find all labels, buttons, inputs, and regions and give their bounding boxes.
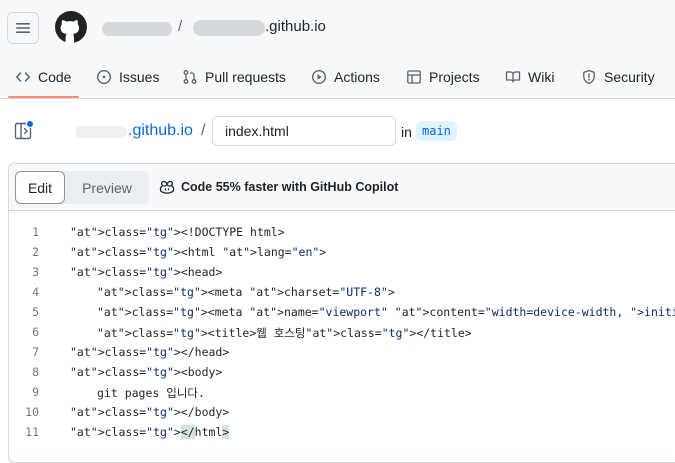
- editor-toolbar: Edit Preview Code 55% faster with GitHub…: [9, 164, 675, 211]
- editor-panel: Edit Preview Code 55% faster with GitHub…: [8, 163, 675, 463]
- preview-tab[interactable]: Preview: [67, 171, 147, 204]
- tab-wiki-label: Wiki: [528, 69, 555, 85]
- path-separator: /: [201, 122, 206, 139]
- tab-actions-label: Actions: [334, 69, 380, 85]
- repo-path-link[interactable]: .github.io: [128, 122, 193, 140]
- tab-issues-label: Issues: [119, 69, 160, 85]
- line-content: "at">class="tg"><body>: [70, 365, 223, 379]
- line-number: 9: [32, 385, 39, 399]
- line-number: 8: [32, 365, 39, 379]
- code-editor[interactable]: 1 "at">class="tg"><!DOCTYPE html> 2 "at"…: [9, 222, 675, 442]
- code-line: 10 "at">class="tg"></body>: [9, 402, 675, 422]
- line-number: 1: [32, 225, 39, 239]
- line-content: "at">class="tg"><meta "at">name="viewpor…: [97, 305, 675, 319]
- line-number: 7: [32, 345, 39, 359]
- active-tab-indicator: [8, 96, 79, 98]
- tab-code[interactable]: Code: [15, 56, 71, 98]
- owner-name-redacted[interactable]: [102, 22, 172, 36]
- line-content: "at">class="tg"><meta "at">charset="UTF-…: [97, 285, 395, 299]
- line-number: 4: [32, 285, 39, 299]
- issue-icon: [96, 69, 112, 85]
- copilot-promo[interactable]: Code 55% faster with GitHub Copilot: [159, 179, 398, 195]
- breadcrumb-separator: /: [178, 18, 183, 35]
- line-content: "at">class="tg"><html "at">lang="en">: [70, 245, 327, 259]
- line-content: "at">class="tg"></html>: [70, 425, 230, 439]
- line-number: 2: [32, 245, 39, 259]
- mode-tabs: Edit Preview: [15, 171, 149, 204]
- code-line: 7 "at">class="tg"></head>: [9, 342, 675, 362]
- repo-path-redacted[interactable]: [75, 126, 127, 138]
- branch-badge[interactable]: main: [416, 121, 457, 141]
- notification-dot: [26, 120, 34, 128]
- line-number: 6: [32, 325, 39, 339]
- github-logo-icon[interactable]: [55, 11, 87, 43]
- copilot-promo-text: Code 55% faster with GitHub Copilot: [181, 180, 399, 194]
- code-icon: [16, 72, 30, 82]
- code-line: 6 "at">class="tg"><title>웹 호스팅"at">class…: [9, 322, 675, 342]
- code-line: 8 "at">class="tg"><body>: [9, 362, 675, 382]
- pull-request-icon: [183, 70, 197, 84]
- tab-wiki[interactable]: Wiki: [505, 56, 554, 98]
- code-line: 2 "at">class="tg"><html "at">lang="en">: [9, 242, 675, 262]
- book-icon: [505, 71, 521, 83]
- tab-code-label: Code: [38, 69, 72, 85]
- line-number: 3: [32, 265, 39, 279]
- tab-projects[interactable]: Projects: [406, 56, 480, 98]
- play-icon: [311, 69, 327, 85]
- copilot-icon: [159, 180, 175, 194]
- line-content: "at">class="tg"></body>: [70, 405, 230, 419]
- repo-name-suffix[interactable]: .github.io: [265, 18, 326, 35]
- tab-issues[interactable]: Issues: [96, 56, 159, 98]
- line-content: "at">class="tg"><title>웹 호스팅"at">class="…: [97, 326, 472, 340]
- tab-security-label: Security: [604, 69, 655, 85]
- shield-icon: [583, 69, 595, 85]
- menu-button[interactable]: [7, 12, 39, 44]
- line-content: "at">class="tg"><!DOCTYPE html>: [70, 225, 285, 239]
- in-label: in: [401, 124, 412, 140]
- hamburger-icon: [16, 23, 30, 33]
- tab-pull-requests-label: Pull requests: [205, 69, 286, 85]
- code-line: 3 "at">class="tg"><head>: [9, 262, 675, 282]
- code-line: 4 "at">class="tg"><meta "at">charset="UT…: [9, 282, 675, 302]
- code-line: 11 "at">class="tg"></html>: [9, 422, 675, 442]
- line-content: "at">class="tg"></head>: [70, 345, 230, 359]
- tab-pull-requests[interactable]: Pull requests: [182, 56, 286, 98]
- tab-actions[interactable]: Actions: [311, 56, 380, 98]
- line-number: 10: [25, 405, 39, 419]
- code-line: 9 git pages 입니다.: [9, 382, 675, 402]
- top-bar: / .github.io: [0, 0, 675, 56]
- edit-tab[interactable]: Edit: [15, 171, 65, 204]
- line-number: 11: [25, 425, 39, 439]
- code-line: 5 "at">class="tg"><meta "at">name="viewp…: [9, 302, 675, 322]
- repo-name-redacted[interactable]: [193, 20, 265, 36]
- code-line: 1 "at">class="tg"><!DOCTYPE html>: [9, 222, 675, 242]
- line-content: "at">class="tg"><head>: [70, 265, 223, 279]
- line-content: git pages 입니다.: [97, 386, 205, 400]
- filename-input[interactable]: [212, 116, 396, 146]
- line-number: 5: [32, 305, 39, 319]
- tab-projects-label: Projects: [429, 69, 480, 85]
- table-icon: [407, 70, 421, 84]
- repo-nav: Code Issues Pull requests Actions Projec…: [0, 56, 675, 99]
- tab-security[interactable]: Security: [581, 56, 655, 98]
